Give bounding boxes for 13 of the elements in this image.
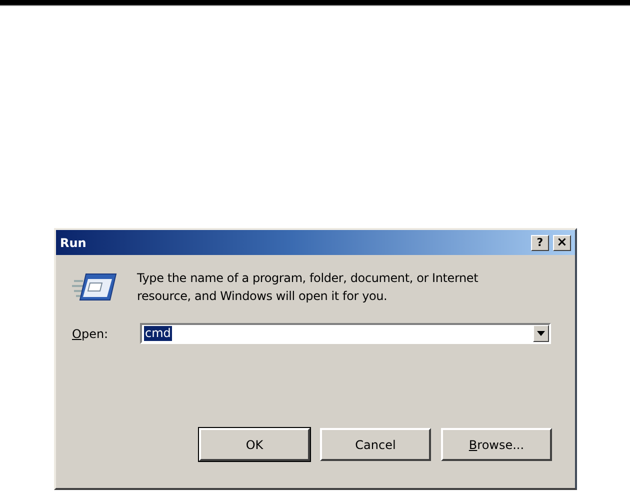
help-button[interactable]: ? [531,234,549,250]
caret-icon [537,331,545,336]
open-combo-box[interactable]: cmd [140,323,551,344]
close-button[interactable]: × [553,234,571,250]
window-icon [72,271,118,303]
window-title: Run [60,236,86,250]
instruction-text: Type the name of a program, folder, document, or Internet resource, and Windows will open it for you. [137,270,480,305]
field-value: cmd [144,326,172,341]
open-label: Open: [72,326,110,340]
dialog-button[interactable]: Browse... [441,428,552,461]
dialog-button[interactable]: OK [199,428,310,461]
dropdown-button[interactable] [533,325,549,342]
dialog-button[interactable]: Cancel [320,428,431,461]
